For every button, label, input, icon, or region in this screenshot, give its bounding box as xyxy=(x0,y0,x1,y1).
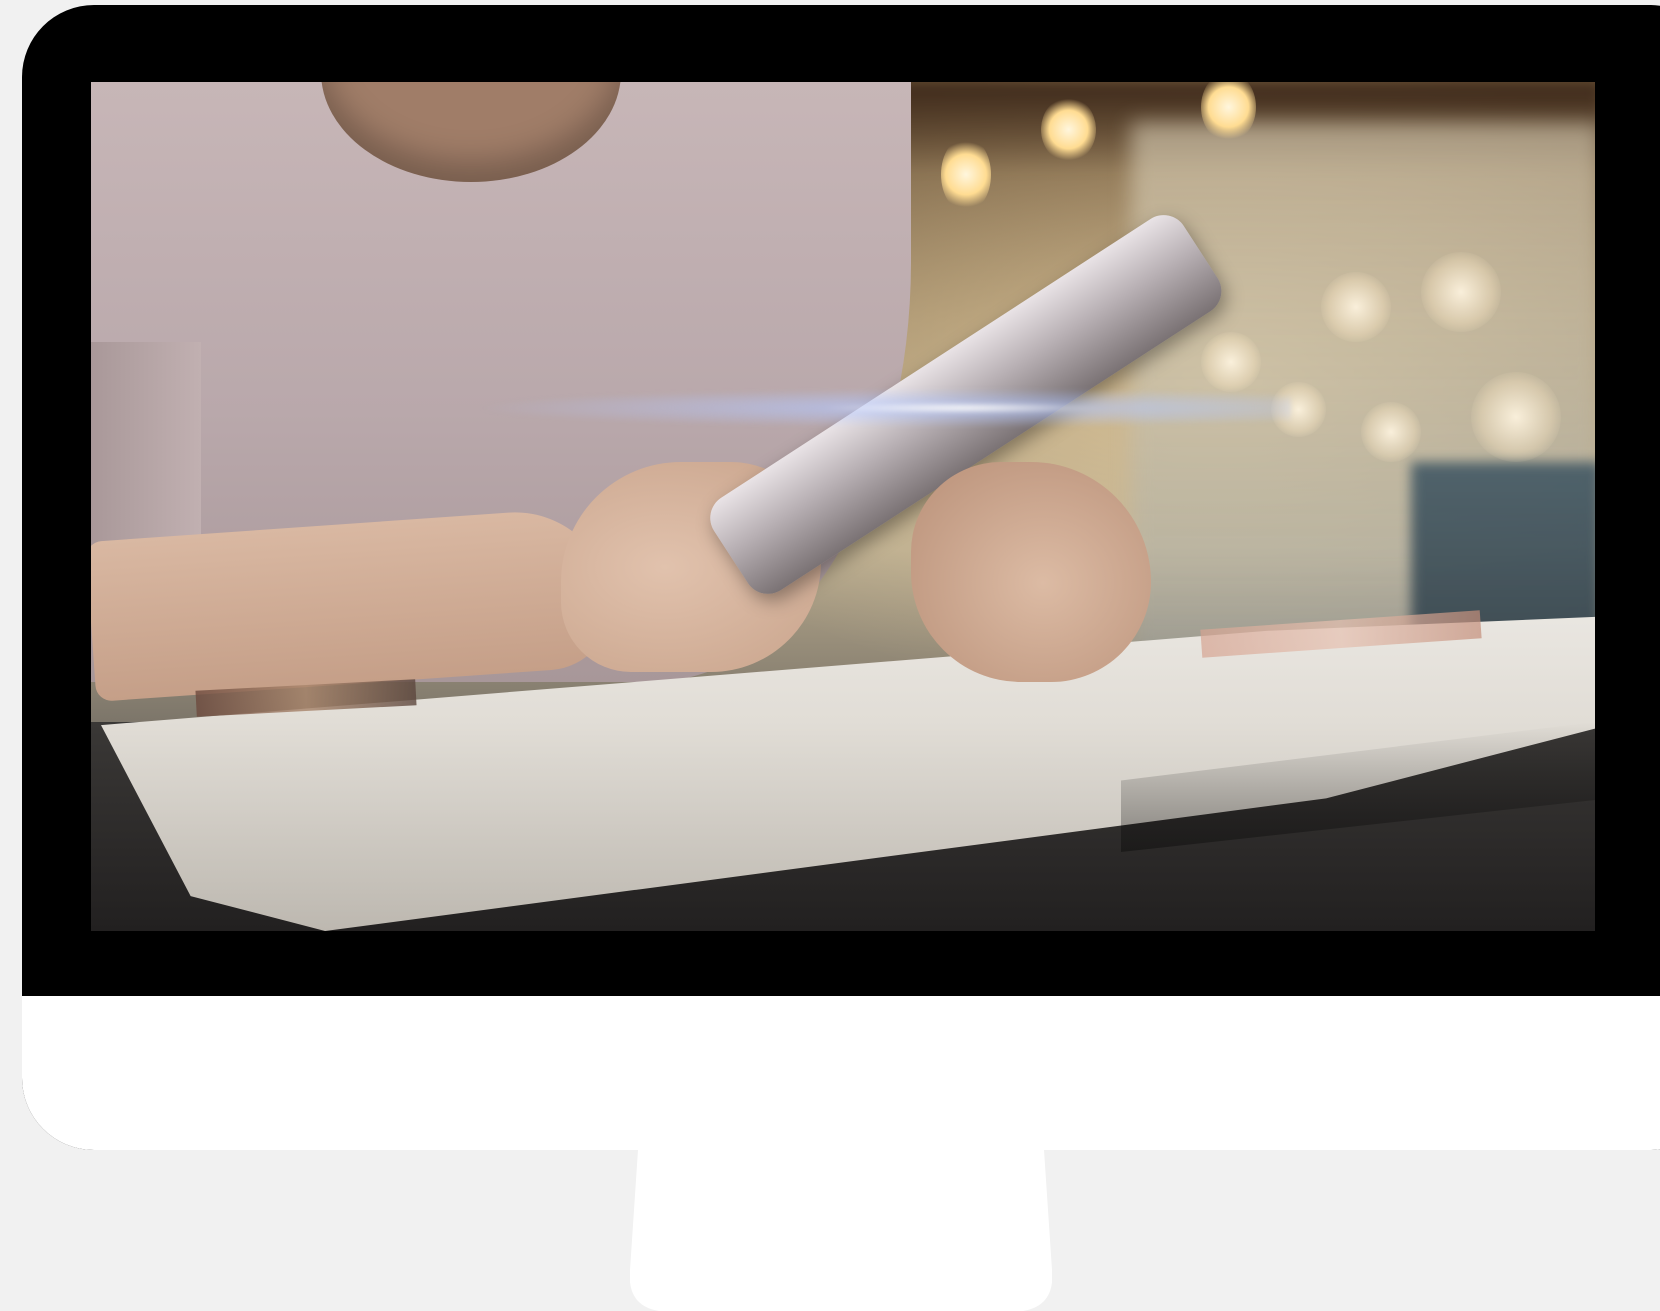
monitor xyxy=(22,5,1660,1150)
pendant-lamp xyxy=(1041,97,1096,162)
lens-flare xyxy=(471,388,1291,428)
bokeh-light xyxy=(1361,402,1421,462)
monitor-stand xyxy=(630,1150,1052,1311)
bokeh-light xyxy=(1201,332,1261,392)
monitor-chin xyxy=(22,996,1660,1150)
bokeh-light xyxy=(1321,272,1391,342)
page xyxy=(0,0,1660,1311)
bokeh-light xyxy=(1421,252,1501,332)
pendant-lamp xyxy=(941,137,991,212)
bokeh-light xyxy=(1471,372,1561,462)
monitor-screen xyxy=(91,82,1595,931)
